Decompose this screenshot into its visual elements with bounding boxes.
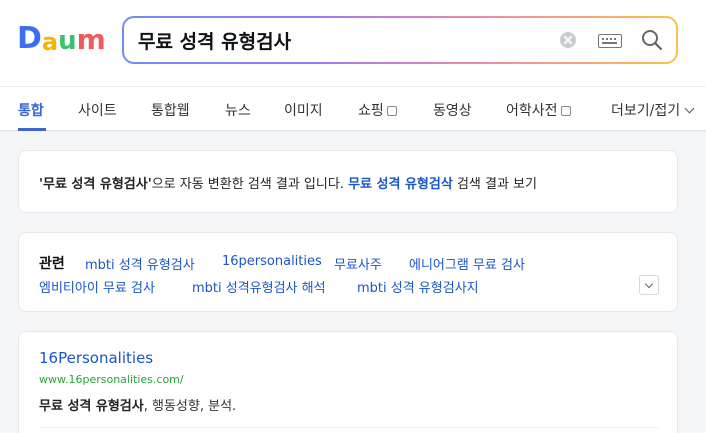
tab-more[interactable]: 더보기/접기 xyxy=(611,100,695,120)
tab-shopping-label: 쇼핑 xyxy=(358,103,384,119)
divider xyxy=(39,427,659,428)
result-desc-rest: , 행동성향, 분석. xyxy=(143,399,237,414)
logo-letter-u: u xyxy=(58,26,77,56)
logo-letter-m: m xyxy=(76,23,106,56)
tab-more-label: 더보기/접기 xyxy=(611,103,681,119)
search-result: 16Personalities www.16personalities.com/… xyxy=(18,331,678,433)
tab-video[interactable]: 동영상 xyxy=(433,100,472,120)
external-link-icon xyxy=(560,106,571,116)
tab-integrated-web[interactable]: 통합웹 xyxy=(151,100,190,120)
external-link-icon xyxy=(386,106,397,116)
header: D a u m xyxy=(0,0,706,86)
active-tab-indicator xyxy=(18,128,46,131)
original-query-link[interactable]: 무료 성격 유형검삭 xyxy=(348,177,453,192)
related-link[interactable]: mbti 성격유형검사 해석 xyxy=(192,277,326,296)
clear-icon[interactable] xyxy=(560,32,576,48)
logo-letter-a: a xyxy=(41,28,59,56)
tab-site[interactable]: 사이트 xyxy=(78,100,117,120)
keyboard-icon[interactable] xyxy=(598,34,622,48)
notice-tail: 검색 결과 보기 xyxy=(452,177,537,192)
related-link[interactable]: 엠비티아이 무료 검사 xyxy=(39,277,155,296)
converted-query: '무료 성격 유형검사' xyxy=(39,177,152,192)
search-bar xyxy=(122,16,678,64)
tab-images[interactable]: 이미지 xyxy=(284,100,323,120)
tab-news[interactable]: 뉴스 xyxy=(225,100,251,120)
search-icon[interactable] xyxy=(640,28,664,52)
related-link[interactable]: 에니어그램 무료 검사 xyxy=(409,254,525,273)
tab-integrated[interactable]: 통합 xyxy=(18,100,44,120)
result-desc-highlight: 무료 성격 유형검사 xyxy=(39,399,144,414)
expand-related-button[interactable] xyxy=(639,275,659,295)
tab-shopping[interactable]: 쇼핑 xyxy=(358,100,397,120)
tab-dictionary-label: 어학사전 xyxy=(506,103,558,119)
result-url[interactable]: www.16personalities.com/ xyxy=(39,373,184,386)
related-searches: 관련 mbti 성격 유형검사 16personalities 무료사주 에니어… xyxy=(18,232,678,312)
result-description: 무료 성격 유형검사, 행동성향, 분석. xyxy=(39,395,236,414)
related-link[interactable]: 16personalities xyxy=(222,254,322,269)
search-input[interactable] xyxy=(138,26,538,54)
related-link[interactable]: mbti 성격 유형검사지 xyxy=(357,277,479,296)
related-label: 관련 xyxy=(39,256,65,272)
autocorrect-notice: '무료 성격 유형검사'으로 자동 변환한 검색 결과 입니다. 무료 성격 유… xyxy=(18,150,678,213)
notice-middle: 으로 자동 변환한 검색 결과 입니다. xyxy=(151,177,349,192)
related-link[interactable]: mbti 성격 유형검사 xyxy=(85,254,195,273)
tab-dictionary[interactable]: 어학사전 xyxy=(506,100,571,120)
daum-logo[interactable]: D a u m xyxy=(17,21,106,56)
result-title-link[interactable]: 16Personalities xyxy=(39,349,153,367)
search-box xyxy=(124,18,676,62)
chevron-down-icon xyxy=(684,103,695,114)
search-tabs: 통합 사이트 통합웹 뉴스 이미지 쇼핑 동영상 어학사전 더보기/접기 xyxy=(0,86,706,131)
logo-letter-d: D xyxy=(17,21,42,56)
related-link[interactable]: 무료사주 xyxy=(334,254,382,273)
notice-text: '무료 성격 유형검사'으로 자동 변환한 검색 결과 입니다. 무료 성격 유… xyxy=(39,173,537,192)
